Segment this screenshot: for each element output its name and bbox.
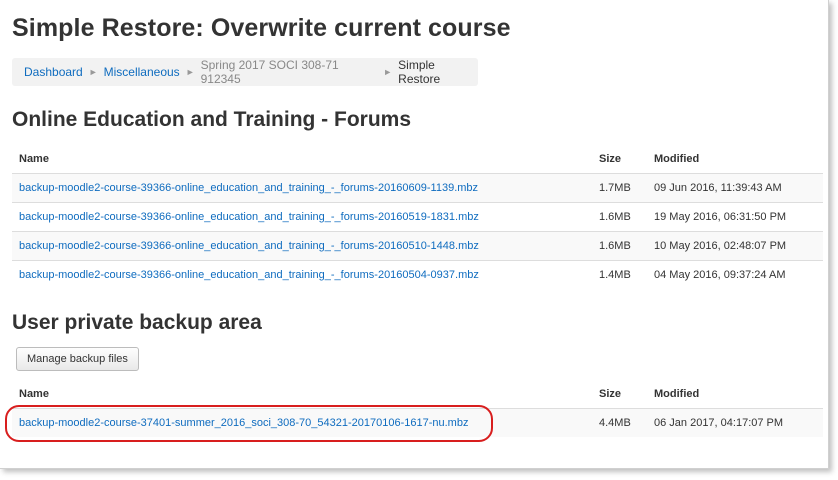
course-backups-table: Name Size Modified backup-moodle2-course… [12, 144, 823, 289]
manage-backup-files-button[interactable]: Manage backup files [16, 347, 139, 371]
table-row: backup-moodle2-course-39366-online_educa… [12, 173, 823, 203]
breadcrumb-dashboard[interactable]: Dashboard [24, 65, 83, 79]
course-backups-heading: Online Education and Training - Forums [12, 108, 412, 131]
table-row: backup-moodle2-course-39366-online_educa… [12, 260, 823, 289]
column-header-size: Size [599, 152, 622, 165]
table-row: backup-moodle2-course-37401-summer_2016_… [12, 408, 823, 437]
breadcrumb-separator-icon: ► [88, 67, 98, 77]
file-modified: 19 May 2016, 06:31:50 PM [654, 202, 823, 232]
file-modified: 06 Jan 2017, 04:17:07 PM [654, 408, 823, 437]
column-header-modified: Modified [654, 387, 700, 400]
breadcrumb-course: Spring 2017 SOCI 308-71 912345 [200, 58, 339, 86]
column-header-modified: Modified [654, 152, 700, 165]
file-modified: 09 Jun 2016, 11:39:43 AM [654, 173, 823, 203]
breadcrumb-current: Simple Restore [398, 58, 441, 86]
table-row: backup-moodle2-course-39366-online_educa… [12, 202, 823, 232]
table-row: backup-moodle2-course-39366-online_educa… [12, 231, 823, 261]
file-size: 1.7MB [599, 173, 654, 203]
backup-file-link[interactable]: backup-moodle2-course-39366-online_educa… [19, 240, 479, 252]
column-header-name: Name [19, 152, 49, 165]
file-modified: 10 May 2016, 02:48:07 PM [654, 231, 823, 261]
page-title: Simple Restore: Overwrite current course [12, 14, 511, 42]
file-modified: 04 May 2016, 09:37:24 AM [654, 260, 823, 289]
user-backups-table: Name Size Modified backup-moodle2-course… [12, 379, 823, 437]
file-size: 4.4MB [599, 408, 654, 437]
breadcrumb: Dashboard ► Miscellaneous ► Spring 2017 … [12, 58, 478, 86]
backup-file-link[interactable]: backup-moodle2-course-39366-online_educa… [19, 269, 479, 281]
backup-file-link[interactable]: backup-moodle2-course-39366-online_educa… [19, 211, 479, 223]
backup-file-link[interactable]: backup-moodle2-course-39366-online_educa… [19, 182, 478, 194]
column-header-name: Name [19, 387, 49, 400]
backup-file-link[interactable]: backup-moodle2-course-37401-summer_2016_… [19, 417, 468, 429]
page-frame: Simple Restore: Overwrite current course… [0, 0, 829, 469]
file-size: 1.6MB [599, 202, 654, 232]
breadcrumb-miscellaneous[interactable]: Miscellaneous [104, 65, 180, 79]
user-backup-area-heading: User private backup area [12, 311, 262, 334]
breadcrumb-separator-icon: ► [383, 67, 393, 77]
file-size: 1.4MB [599, 260, 654, 289]
breadcrumb-separator-icon: ► [185, 67, 195, 77]
column-header-size: Size [599, 387, 622, 400]
file-size: 1.6MB [599, 231, 654, 261]
